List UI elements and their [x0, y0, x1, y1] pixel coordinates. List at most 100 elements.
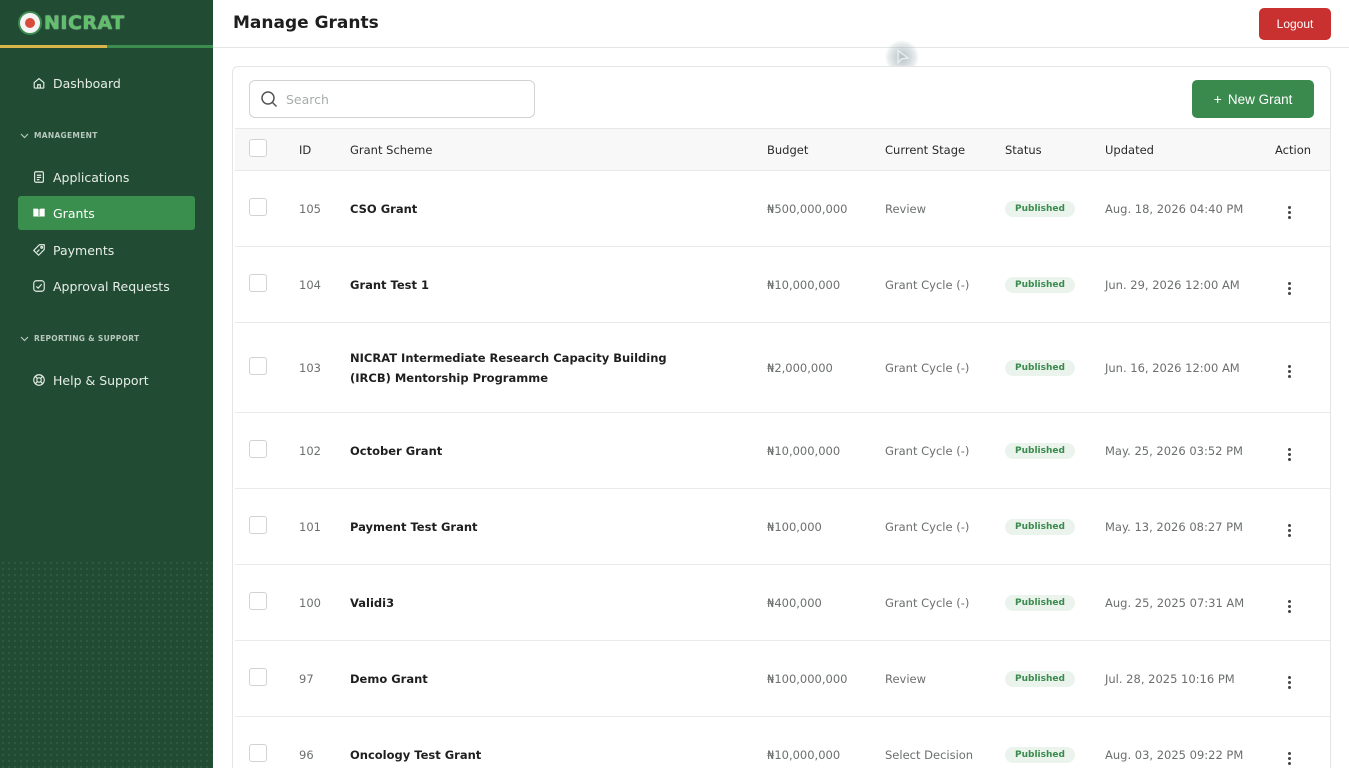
- grant-updated: May. 25, 2026 03:52 PM: [1105, 443, 1243, 458]
- grant-budget: ₦10,000,000: [767, 277, 841, 292]
- row-checkbox[interactable]: [249, 198, 267, 216]
- grant-scheme-name[interactable]: Payment Test Grant: [350, 489, 767, 565]
- grant-budget: ₦2,000,000: [767, 360, 833, 375]
- chevron-down-icon: [20, 133, 29, 138]
- more-actions-icon[interactable]: [1284, 524, 1294, 537]
- sidebar-item-approval-requests[interactable]: Approval Requests: [18, 269, 195, 303]
- home-icon: [33, 77, 45, 89]
- grant-budget: ₦500,000,000: [767, 201, 848, 216]
- more-actions-icon[interactable]: [1284, 365, 1294, 378]
- grant-scheme-name[interactable]: CSO Grant: [350, 171, 767, 247]
- tag-icon: [32, 244, 45, 257]
- grant-scheme-name[interactable]: Demo Grant: [350, 641, 767, 717]
- grant-id: 103: [299, 360, 321, 375]
- sidebar-item-payments[interactable]: Payments: [18, 233, 195, 267]
- grant-budget: ₦10,000,000: [767, 443, 841, 458]
- more-actions-icon[interactable]: [1284, 448, 1294, 461]
- table-row[interactable]: 101 Payment Test Grant ₦100,000 Grant Cycle…: [235, 489, 1330, 565]
- row-checkbox[interactable]: [249, 668, 267, 686]
- grant-scheme-name[interactable]: October Grant: [350, 413, 767, 489]
- grant-budget: ₦10,000,000: [767, 747, 841, 762]
- column-header-status[interactable]: Status: [1005, 129, 1105, 171]
- logout-button[interactable]: Logout: [1259, 8, 1331, 40]
- sidebar-item-label: Grants: [53, 205, 95, 221]
- status-badge: Published: [1005, 747, 1075, 763]
- row-checkbox[interactable]: [249, 592, 267, 610]
- table-row[interactable]: 96 Oncology Test Grant ₦10,000,000 Select D…: [235, 717, 1330, 768]
- column-header-id[interactable]: ID: [299, 129, 350, 171]
- cursor-arrow-icon: [897, 49, 910, 65]
- status-badge: Published: [1005, 595, 1075, 611]
- section-label-text: MANAGEMENT: [34, 131, 98, 140]
- grant-scheme-name[interactable]: Validi3: [350, 565, 767, 641]
- table-row[interactable]: 100 Validi3 ₦400,000 Grant Cycle (-) Publish…: [235, 565, 1330, 641]
- grants-table: ID Grant Scheme Budget Current Stage Sta…: [235, 128, 1330, 768]
- table-header-row: ID Grant Scheme Budget Current Stage Sta…: [235, 128, 1330, 171]
- column-header-budget[interactable]: Budget: [767, 129, 885, 171]
- table-row[interactable]: 105 CSO Grant ₦500,000,000 Review Published A…: [235, 171, 1330, 247]
- grant-updated: Aug. 03, 2025 09:22 PM: [1105, 747, 1244, 762]
- sidebar-item-grants[interactable]: Grants: [18, 196, 195, 230]
- more-actions-icon[interactable]: [1284, 600, 1294, 613]
- table-row[interactable]: 97 Demo Grant ₦100,000,000 Review Published J…: [235, 641, 1330, 717]
- row-checkbox[interactable]: [249, 516, 267, 534]
- grant-current-stage: Review: [885, 201, 927, 216]
- search-input[interactable]: [286, 91, 516, 107]
- row-checkbox[interactable]: [249, 357, 267, 375]
- table-row[interactable]: 103 NICRAT Intermediate Research Capacity…: [235, 323, 1330, 413]
- grant-id: 96: [299, 747, 314, 762]
- status-badge: Published: [1005, 519, 1075, 535]
- grant-scheme-name[interactable]: Oncology Test Grant: [350, 717, 767, 768]
- grant-id: 97: [299, 671, 314, 686]
- column-header-action: Action: [1275, 142, 1312, 157]
- grant-id: 104: [299, 277, 321, 292]
- sidebar-item-label: Help & Support: [53, 372, 149, 388]
- grant-id: 101: [299, 519, 321, 534]
- help-lifebuoy-icon: [33, 374, 45, 386]
- sidebar: NICRAT Dashboard MANAGEMENT Applications…: [0, 0, 213, 768]
- page-title: Manage Grants: [233, 13, 379, 33]
- grant-scheme-name[interactable]: NICRAT Intermediate Research Capacity Bu…: [350, 323, 767, 413]
- search-icon: [261, 91, 278, 108]
- approval-icon: [33, 280, 45, 292]
- column-header-updated[interactable]: Updated: [1105, 129, 1275, 171]
- row-checkbox[interactable]: [249, 274, 267, 292]
- section-label-text: REPORTING & SUPPORT: [34, 334, 140, 343]
- more-actions-icon[interactable]: [1284, 282, 1294, 295]
- logo[interactable]: NICRAT: [18, 11, 125, 35]
- grant-current-stage: Review: [885, 671, 927, 686]
- grant-updated: Jun. 29, 2026 12:00 AM: [1105, 277, 1240, 292]
- more-actions-icon[interactable]: [1284, 752, 1294, 765]
- grant-updated: Aug. 18, 2026 04:40 PM: [1105, 201, 1244, 216]
- sidebar-item-applications[interactable]: Applications: [18, 160, 195, 194]
- grant-current-stage: Grant Cycle (-): [885, 595, 970, 610]
- grant-scheme-name[interactable]: Grant Test 1: [350, 247, 767, 323]
- sidebar-item-label: Dashboard: [53, 75, 121, 91]
- status-badge: Published: [1005, 671, 1075, 687]
- more-actions-icon[interactable]: [1284, 676, 1294, 689]
- logo-bar: NICRAT: [0, 0, 213, 48]
- row-checkbox[interactable]: [249, 744, 267, 762]
- sidebar-item-dashboard[interactable]: Dashboard: [18, 66, 195, 100]
- new-grant-button[interactable]: + New Grant: [1192, 80, 1314, 118]
- more-actions-icon[interactable]: [1284, 206, 1294, 219]
- status-badge: Published: [1005, 277, 1075, 293]
- column-header-stage[interactable]: Current Stage: [885, 129, 1005, 171]
- search-box[interactable]: [249, 80, 535, 118]
- row-checkbox[interactable]: [249, 440, 267, 458]
- select-all-checkbox[interactable]: [249, 139, 267, 157]
- section-label-reporting[interactable]: REPORTING & SUPPORT: [20, 334, 139, 343]
- table-row[interactable]: 104 Grant Test 1 ₦10,000,000 Grant Cycle (-…: [235, 247, 1330, 323]
- grant-current-stage: Select Decision: [885, 747, 974, 762]
- logo-accent-bar: [0, 45, 107, 48]
- grant-budget: ₦100,000: [767, 519, 822, 534]
- grant-id: 105: [299, 201, 321, 216]
- section-label-management[interactable]: MANAGEMENT: [20, 131, 98, 140]
- sidebar-item-label: Payments: [53, 242, 115, 258]
- sidebar-item-help-support[interactable]: Help & Support: [18, 363, 195, 397]
- logo-emblem-icon: [18, 11, 42, 35]
- document-icon: [34, 171, 44, 183]
- column-header-scheme[interactable]: Grant Scheme: [350, 129, 767, 171]
- table-row[interactable]: 102 October Grant ₦10,000,000 Grant Cycle (…: [235, 413, 1330, 489]
- grant-updated: Jul. 28, 2025 10:16 PM: [1105, 671, 1235, 686]
